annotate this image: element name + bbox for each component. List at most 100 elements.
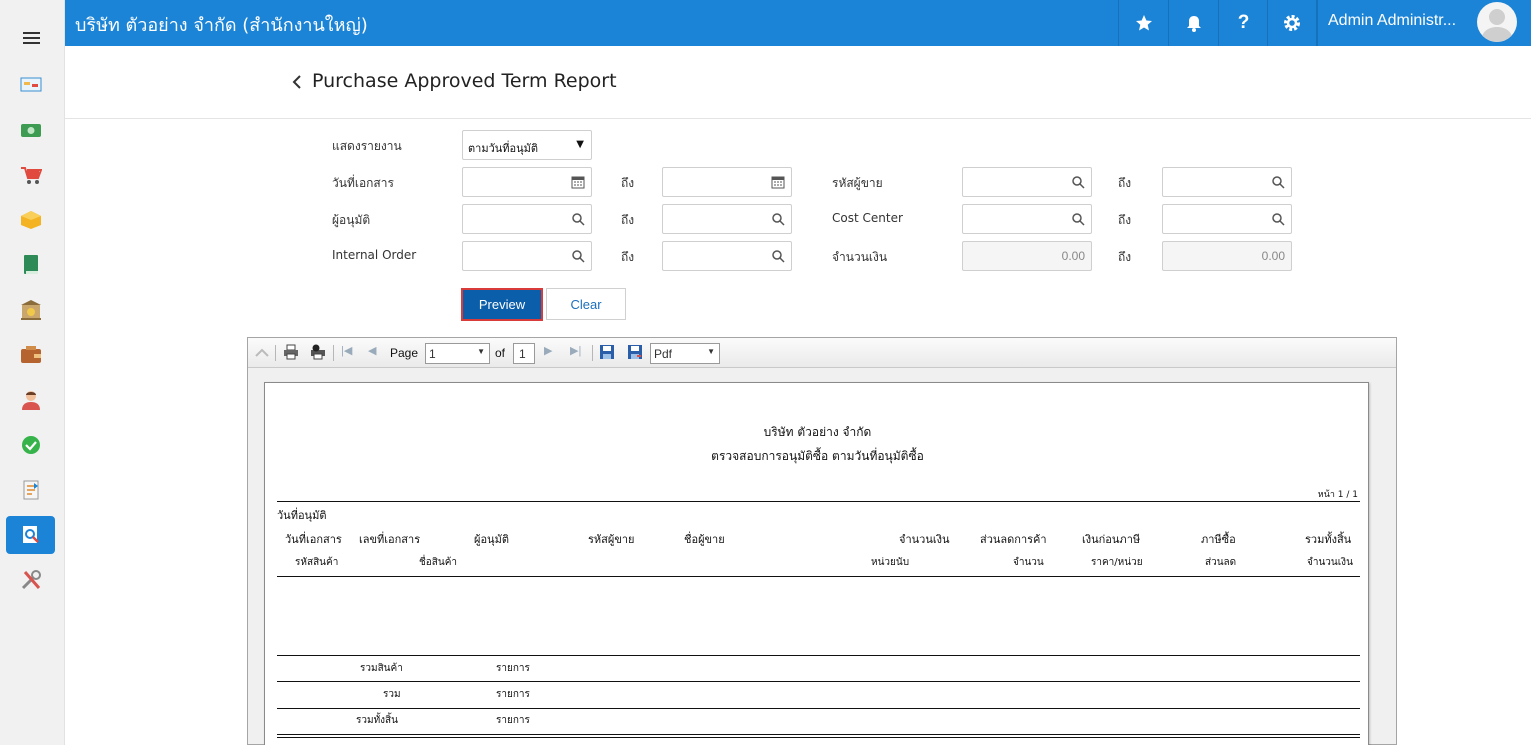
col-header: จำนวนเงิน bbox=[1307, 557, 1353, 568]
col-header: ผู้อนุมัติ bbox=[474, 533, 509, 546]
col-header: จำนวนเงิน bbox=[899, 533, 950, 546]
export-format-select[interactable]: Pdf ▼ bbox=[650, 343, 720, 364]
sidebar-transfer-icon[interactable] bbox=[6, 471, 55, 509]
to-label: ถึง bbox=[1118, 176, 1132, 190]
save-icon[interactable] bbox=[599, 344, 615, 360]
col-header: ภาษีซื้อ bbox=[1201, 533, 1236, 546]
to-label: ถึง bbox=[621, 176, 635, 190]
sidebar-approve-icon[interactable] bbox=[6, 426, 55, 464]
back-chevron-icon[interactable] bbox=[290, 72, 304, 92]
print-setup-icon[interactable] bbox=[310, 344, 326, 360]
page-number-select[interactable]: 1 ▼ bbox=[425, 343, 490, 364]
sidebar-bank-icon[interactable] bbox=[6, 291, 55, 329]
col-header: รหัสผู้ขาย bbox=[588, 533, 635, 546]
menu-icon[interactable] bbox=[23, 32, 40, 45]
col-header: เลขที่เอกสาร bbox=[359, 533, 421, 546]
col-header: ชื่อผู้ขาย bbox=[684, 533, 725, 546]
report-type-select[interactable]: ตามวันที่อนุมัติ ▼ bbox=[462, 130, 592, 160]
chevron-down-icon: ▼ bbox=[477, 347, 485, 356]
report-page: บริษัท ตัวอย่าง จำกัด ตรวจสอบการอนุมัติซ… bbox=[264, 382, 1369, 745]
total-label: รวมทั้งสิ้น bbox=[356, 715, 398, 726]
total-unit: รายการ bbox=[496, 715, 530, 726]
parameters-icon[interactable] bbox=[254, 344, 270, 360]
favorite-star-icon[interactable] bbox=[1118, 0, 1168, 46]
search-icon[interactable] bbox=[1071, 175, 1085, 189]
sidebar-report-icon[interactable] bbox=[6, 516, 55, 554]
page-info: หน้า 1 / 1 bbox=[1317, 490, 1358, 500]
col-header: จำนวน bbox=[1013, 557, 1044, 568]
sidebar-box-icon[interactable] bbox=[6, 201, 55, 239]
vendor-code-to-field[interactable] bbox=[1162, 167, 1292, 197]
doc-date-to-field[interactable] bbox=[662, 167, 792, 197]
page-header: Purchase Approved Term Report bbox=[65, 46, 1531, 119]
sidebar-money-icon[interactable] bbox=[6, 111, 55, 149]
notification-bell-icon[interactable] bbox=[1168, 0, 1218, 46]
sidebar-book-icon[interactable] bbox=[6, 246, 55, 284]
vendor-code-label: รหัสผู้ขาย bbox=[832, 176, 883, 190]
approver-to-field[interactable] bbox=[662, 204, 792, 234]
col-header: เงินก่อนภาษี bbox=[1082, 533, 1141, 546]
total-unit: รายการ bbox=[496, 689, 530, 700]
settings-gear-icon[interactable] bbox=[1267, 0, 1317, 46]
report-company: บริษัท ตัวอย่าง จำกัด bbox=[763, 425, 872, 439]
vendor-code-from-field[interactable] bbox=[962, 167, 1092, 197]
last-page-icon[interactable]: ▶| bbox=[570, 344, 586, 360]
doc-date-label: วันที่เอกสาร bbox=[332, 176, 394, 190]
amount-from-field[interactable]: 0.00 bbox=[962, 241, 1092, 271]
doc-date-from-field[interactable] bbox=[462, 167, 592, 197]
chevron-down-icon: ▼ bbox=[707, 347, 715, 356]
search-icon[interactable] bbox=[571, 212, 585, 226]
to-label: ถึง bbox=[1118, 213, 1132, 227]
cost-center-label: Cost Center bbox=[832, 211, 903, 225]
group-label: วันที่อนุมัติ bbox=[277, 509, 327, 522]
total-unit: รายการ bbox=[496, 663, 530, 674]
approver-from-field[interactable] bbox=[462, 204, 592, 234]
col-header: รหัสสินค้า bbox=[295, 557, 339, 568]
chevron-down-icon: ▼ bbox=[576, 139, 584, 150]
page-title: Purchase Approved Term Report bbox=[312, 70, 617, 92]
avatar[interactable] bbox=[1477, 2, 1517, 42]
sidebar-wallet-icon[interactable] bbox=[6, 336, 55, 374]
internal-order-label: Internal Order bbox=[332, 248, 417, 262]
col-header: ชื่อสินค้า bbox=[419, 557, 458, 568]
search-icon[interactable] bbox=[1271, 212, 1285, 226]
internal-order-to-field[interactable] bbox=[662, 241, 792, 271]
search-icon[interactable] bbox=[1271, 175, 1285, 189]
company-name: บริษัท ตัวอย่าง จำกัด (สำนักงานใหญ่) bbox=[75, 15, 368, 36]
search-icon[interactable] bbox=[771, 249, 785, 263]
to-label: ถึง bbox=[621, 250, 635, 264]
topbar: บริษัท ตัวอย่าง จำกัด (สำนักงานใหญ่) ? A… bbox=[65, 0, 1531, 46]
sidebar-cart-icon[interactable] bbox=[6, 156, 55, 194]
first-page-icon[interactable]: |◀ bbox=[341, 344, 357, 360]
help-icon[interactable]: ? bbox=[1218, 0, 1268, 46]
search-icon[interactable] bbox=[771, 212, 785, 226]
total-pages-field: 1 bbox=[513, 343, 535, 364]
sidebar-person-icon[interactable] bbox=[6, 381, 55, 419]
cost-center-from-field[interactable] bbox=[962, 204, 1092, 234]
prev-page-icon[interactable]: ◀ bbox=[368, 344, 384, 360]
next-page-icon[interactable]: ▶ bbox=[544, 344, 560, 360]
clear-button[interactable]: Clear bbox=[546, 288, 626, 320]
amount-label: จำนวนเงิน bbox=[832, 250, 888, 264]
calendar-icon[interactable] bbox=[571, 175, 585, 189]
calendar-icon[interactable] bbox=[771, 175, 785, 189]
search-icon[interactable] bbox=[1071, 212, 1085, 226]
internal-order-from-field[interactable] bbox=[462, 241, 592, 271]
page-label: Page bbox=[390, 346, 419, 360]
col-header: ส่วนลด bbox=[1205, 557, 1237, 568]
amount-to-field[interactable]: 0.00 bbox=[1162, 241, 1292, 271]
print-icon[interactable] bbox=[283, 344, 299, 360]
search-icon[interactable] bbox=[571, 249, 585, 263]
col-header: หน่วยนับ bbox=[871, 557, 910, 568]
user-name: Admin Administr... bbox=[1328, 12, 1457, 29]
export-icon[interactable] bbox=[627, 344, 643, 360]
sidebar-dashboard-icon[interactable] bbox=[6, 66, 55, 104]
preview-button[interactable]: Preview bbox=[461, 288, 543, 321]
col-header: ส่วนลดการค้า bbox=[980, 533, 1047, 546]
col-header: รวมทั้งสิ้น bbox=[1305, 533, 1352, 546]
total-label: รวมสินค้า bbox=[360, 663, 403, 674]
cost-center-to-field[interactable] bbox=[1162, 204, 1292, 234]
sidebar-tools-icon[interactable] bbox=[6, 561, 55, 599]
col-header: ราคา/หน่วย bbox=[1091, 557, 1143, 568]
to-label: ถึง bbox=[621, 213, 635, 227]
